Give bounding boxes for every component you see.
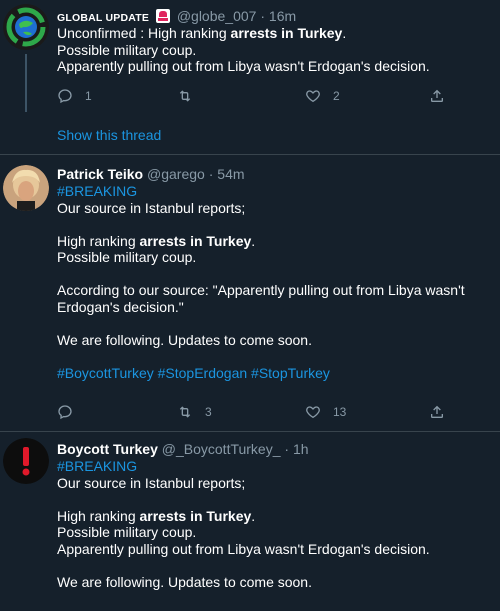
- handle[interactable]: @globe_007: [177, 8, 257, 24]
- tweet-text: #BREAKING Our source in Istanbul reports…: [57, 458, 488, 590]
- retweet-icon: [179, 90, 191, 102]
- timestamp[interactable]: 1h: [293, 441, 309, 457]
- timestamp[interactable]: 16m: [269, 8, 296, 24]
- handle[interactable]: @garego: [147, 166, 205, 182]
- reply-button[interactable]: 1: [57, 88, 92, 105]
- retweet-icon: [179, 406, 191, 418]
- timestamp[interactable]: 54m: [217, 166, 244, 182]
- siren-icon: [155, 9, 170, 23]
- hashtag-breaking[interactable]: #BREAKING: [57, 458, 488, 475]
- avatar[interactable]: [3, 4, 49, 50]
- tweet-actions: 3 13: [57, 404, 443, 424]
- separator-dot: ·: [260, 8, 266, 24]
- tweet-line: Possible military coup.: [57, 524, 197, 540]
- exclamation-avatar: [3, 438, 49, 484]
- tweet-line: Unconfirmed : High ranking arrests in Tu…: [57, 25, 488, 42]
- tweet-line: Erdogan's decision.": [57, 298, 184, 315]
- separator-dot: ·: [284, 441, 290, 457]
- reply-count: 1: [85, 89, 92, 103]
- profile-photo-avatar: [3, 165, 49, 211]
- retweet-count: 3: [205, 405, 212, 419]
- tweet-line: High ranking arrests in Turkey.: [57, 233, 488, 250]
- hashtag-breaking[interactable]: #BREAKING: [57, 183, 488, 200]
- handle[interactable]: @_BoycottTurkey_: [162, 441, 281, 457]
- text-segment: .: [342, 25, 347, 41]
- tweet-3[interactable]: Boycott Turkey @_BoycottTurkey_ · 1h #BR…: [0, 432, 500, 611]
- text-segment: Unconfirmed : High ranking: [57, 25, 231, 41]
- tweet-text: Unconfirmed : High ranking arrests in Tu…: [57, 25, 488, 75]
- text-segment: .: [251, 232, 256, 249]
- avatar[interactable]: [3, 438, 49, 484]
- heart-icon: [306, 406, 320, 419]
- globe-logo-avatar: [3, 4, 49, 50]
- bold-text: arrests in Turkey: [139, 507, 252, 524]
- text-segment: High ranking: [57, 232, 140, 249]
- reply-icon: [58, 405, 72, 420]
- heart-icon: [306, 90, 320, 103]
- bold-text: arrests in Turkey: [139, 232, 252, 249]
- display-name[interactable]: Boycott Turkey: [57, 441, 158, 457]
- retweet-button[interactable]: 3: [177, 404, 212, 421]
- text-segment: .: [251, 507, 256, 524]
- display-name[interactable]: Patrick Teiko: [57, 166, 143, 182]
- tweet-2[interactable]: Patrick Teiko @garego · 54m #BREAKING Ou…: [0, 155, 500, 431]
- tweet-actions: 1 2: [57, 88, 443, 108]
- tweet-line: Apparently pulling out from Libya wasn't…: [57, 58, 430, 74]
- reply-icon: [58, 89, 72, 104]
- tweet-text: #BREAKING Our source in Istanbul reports…: [57, 183, 488, 381]
- share-button[interactable]: [429, 404, 445, 420]
- retweet-button[interactable]: [177, 88, 205, 104]
- display-name[interactable]: GLOBAL UPDATE: [57, 12, 149, 24]
- like-button[interactable]: 2: [305, 88, 340, 105]
- tweet-line: We are following. Updates to come soon.: [57, 573, 312, 590]
- like-count: 2: [333, 89, 340, 103]
- share-icon: [431, 405, 443, 418]
- tweet-line: Our source in Istanbul reports;: [57, 474, 246, 491]
- thread-connector: [25, 54, 27, 112]
- tweet-1[interactable]: GLOBAL UPDATE @globe_007 · 16m Unconfirm…: [0, 0, 500, 154]
- tweet-line: Our source in Istanbul reports;: [57, 199, 246, 216]
- share-icon: [431, 89, 443, 102]
- separator-dot: ·: [208, 166, 214, 182]
- tweet-line: Possible military coup.: [57, 41, 197, 58]
- tweet-line: Apparently pulling out from Libya wasn't…: [57, 540, 430, 557]
- tweet-line: Possible military coup.: [57, 249, 197, 265]
- tweet-line: We are following. Updates to come soon.: [57, 331, 312, 348]
- share-button[interactable]: [429, 88, 445, 104]
- like-button[interactable]: 13: [305, 404, 346, 421]
- reply-button[interactable]: [57, 404, 85, 420]
- show-thread-link[interactable]: Show this thread: [57, 127, 161, 144]
- tweet-header: Boycott Turkey @_BoycottTurkey_ · 1h: [57, 441, 488, 458]
- hashtags[interactable]: #BoycottTurkey #StopErdogan #StopTurkey: [57, 365, 488, 382]
- tweet-line: According to our source: "Apparently pul…: [57, 282, 465, 298]
- tweet-line: High ranking arrests in Turkey.: [57, 508, 488, 525]
- bold-text: arrests in Turkey: [230, 25, 343, 41]
- tweet-header: Patrick Teiko @garego · 54m: [57, 166, 488, 183]
- tweet-header: GLOBAL UPDATE @globe_007 · 16m: [57, 8, 488, 25]
- avatar[interactable]: [3, 165, 49, 211]
- text-segment: High ranking: [57, 507, 140, 524]
- like-count: 13: [333, 405, 347, 419]
